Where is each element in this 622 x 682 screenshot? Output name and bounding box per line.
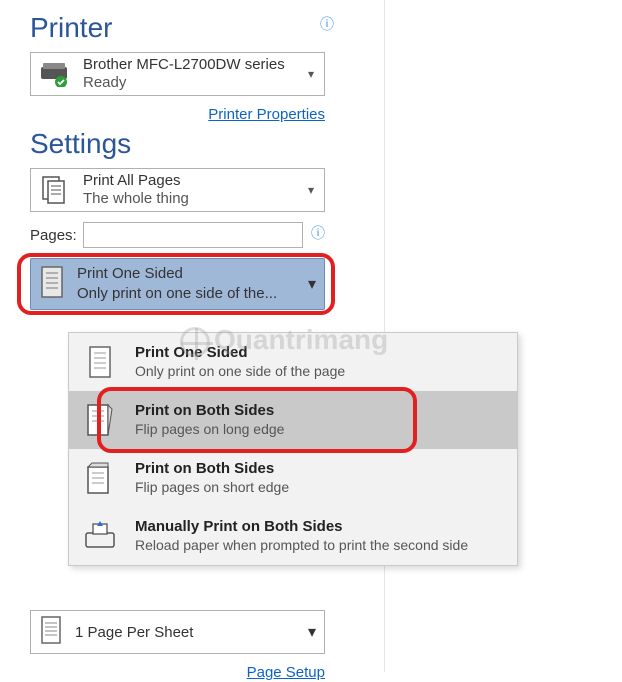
sides-dropdown-menu: Print One Sided Only print on one side o… xyxy=(68,332,518,566)
menu-item-sub: Flip pages on short edge xyxy=(135,478,289,497)
page-single-icon xyxy=(83,345,117,379)
info-icon[interactable]: ⓘ xyxy=(311,223,325,243)
menu-item-sub: Flip pages on long edge xyxy=(135,420,284,439)
sides-option-both-short[interactable]: Print on Both Sides Flip pages on short … xyxy=(69,449,517,507)
document-icon xyxy=(37,173,71,207)
pages-per-sheet-selector[interactable]: 1 Page Per Sheet ▾ xyxy=(30,610,325,654)
page-single-icon xyxy=(39,265,65,304)
printer-properties-link[interactable]: Printer Properties xyxy=(208,106,325,123)
manual-feed-icon xyxy=(83,519,117,553)
chevron-down-icon: ▾ xyxy=(308,622,316,642)
chevron-down-icon: ▾ xyxy=(304,67,318,81)
menu-item-title: Manually Print on Both Sides xyxy=(135,517,468,536)
page-icon xyxy=(39,615,63,650)
pages-per-sheet-title: 1 Page Per Sheet xyxy=(75,624,308,641)
menu-item-sub: Only print on one side of the page xyxy=(135,362,345,381)
pages-input[interactable] xyxy=(83,222,303,248)
sides-option-both-long[interactable]: Print on Both Sides Flip pages on long e… xyxy=(69,391,517,449)
settings-heading: Settings xyxy=(30,128,354,160)
chevron-down-icon: ▾ xyxy=(304,183,318,197)
menu-item-title: Print One Sided xyxy=(135,343,345,362)
menu-item-title: Print on Both Sides xyxy=(135,459,289,478)
sides-option-manual-both[interactable]: Manually Print on Both Sides Reload pape… xyxy=(69,507,517,565)
sides-selector[interactable]: Print One Sided Only print on one side o… xyxy=(30,258,325,310)
chevron-down-icon: ▾ xyxy=(308,274,316,294)
print-scope-selector[interactable]: Print All Pages The whole thing ▾ xyxy=(30,168,325,212)
page-flip-short-icon xyxy=(83,461,117,495)
sides-option-one-sided[interactable]: Print One Sided Only print on one side o… xyxy=(69,333,517,391)
printer-selector[interactable]: Brother MFC-L2700DW series Ready ▾ xyxy=(30,52,325,96)
sides-selected-title: Print One Sided xyxy=(77,264,308,284)
page-flip-long-icon xyxy=(83,403,117,437)
printer-heading: Printer xyxy=(30,12,112,44)
printer-name: Brother MFC-L2700DW series xyxy=(83,56,304,74)
menu-item-sub: Reload paper when prompted to print the … xyxy=(135,536,468,555)
info-icon[interactable]: ⓘ xyxy=(320,14,334,34)
sides-selected-sub: Only print on one side of the... xyxy=(77,284,308,304)
print-scope-title: Print All Pages xyxy=(83,172,304,190)
menu-item-title: Print on Both Sides xyxy=(135,401,284,420)
page-setup-link[interactable]: Page Setup xyxy=(247,664,325,681)
pages-label: Pages: xyxy=(30,227,77,244)
printer-icon xyxy=(37,57,71,91)
printer-status: Ready xyxy=(83,74,304,92)
print-scope-sub: The whole thing xyxy=(83,190,304,208)
